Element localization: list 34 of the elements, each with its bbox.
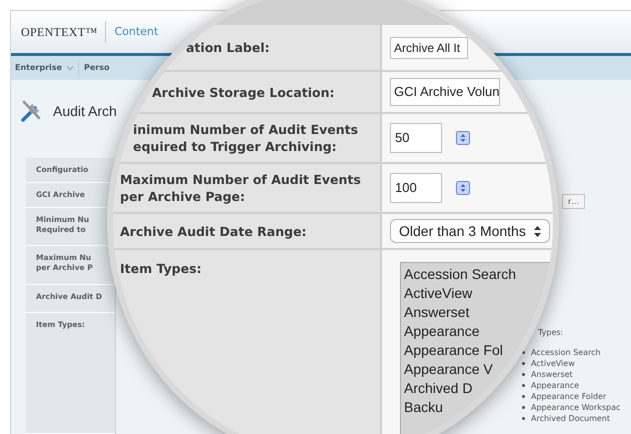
browse-button[interactable]: r… [562, 194, 586, 209]
form-label: Maximum Number of Audit Events per Archive Page: [120, 171, 361, 205]
list-option[interactable]: Accession Search [404, 265, 516, 284]
form-label: ation Label: [186, 39, 270, 56]
number-field[interactable]: 50 [390, 123, 442, 153]
page-title: Audit Arch [53, 102, 117, 120]
form-label: Archive Audit Date Range: [120, 222, 307, 240]
list-option[interactable]: Backu [404, 398, 443, 417]
form-label: Item Types: [120, 260, 202, 277]
spin-arrows-icon[interactable] [456, 181, 470, 195]
form-label: inimum Number of Audit Events equired to Trigger Archiving: [133, 121, 358, 155]
bullet-icon [522, 373, 525, 376]
updown-arrows-icon [534, 226, 541, 236]
product-name: Content [114, 24, 158, 40]
bullet-icon [522, 384, 525, 387]
text-field[interactable]: Archive All It [390, 36, 468, 58]
list-option[interactable]: Appearance [404, 322, 480, 341]
list-option[interactable]: Appearance Fol [404, 341, 503, 360]
form-label: Archive Storage Location: [152, 84, 334, 100]
bullet-icon [522, 406, 525, 409]
list-option[interactable]: Archived D [404, 379, 472, 398]
spin-arrows-icon[interactable] [456, 131, 470, 145]
brand-logo: OPENTEXT™ [21, 24, 98, 41]
nav-menu-item[interactable]: Enterprise [15, 62, 62, 74]
date-range-select[interactable]: Older than 3 Months [390, 219, 550, 243]
number-field[interactable]: 100 [390, 173, 442, 203]
nav-menu-item[interactable]: Perso [84, 62, 110, 74]
list-option[interactable]: Answerset [404, 303, 470, 322]
bullet-icon [522, 417, 525, 420]
list-option[interactable]: ActiveView [404, 284, 472, 303]
bullet-icon [522, 362, 525, 365]
text-field[interactable]: GCI Archive Volun [390, 78, 500, 106]
bullet-icon [522, 395, 525, 398]
list-option[interactable]: Appearance V [404, 360, 493, 379]
